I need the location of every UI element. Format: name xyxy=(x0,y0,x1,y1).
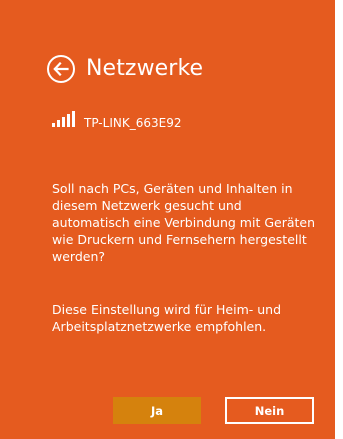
network-entry: TP-LINK_663E92 xyxy=(52,108,181,130)
panel-header: Netzwerke xyxy=(47,52,203,86)
network-name: TP-LINK_663E92 xyxy=(84,115,182,130)
wifi-signal-icon xyxy=(52,111,75,127)
network-settings-panel: Netzwerke TP-LINK_663E92 Soll nach PCs, … xyxy=(0,0,335,439)
back-arrow-icon xyxy=(53,62,69,76)
recommendation-text: Diese Einstellung wird für Heim- und Arb… xyxy=(52,302,282,334)
page-title: Netzwerke xyxy=(86,56,204,81)
yes-button[interactable]: Ja xyxy=(113,397,201,424)
discovery-question: Soll nach PCs, Geräten und Inhalten in d… xyxy=(52,181,316,264)
no-button[interactable]: Nein xyxy=(225,397,314,424)
back-button[interactable] xyxy=(47,55,75,83)
